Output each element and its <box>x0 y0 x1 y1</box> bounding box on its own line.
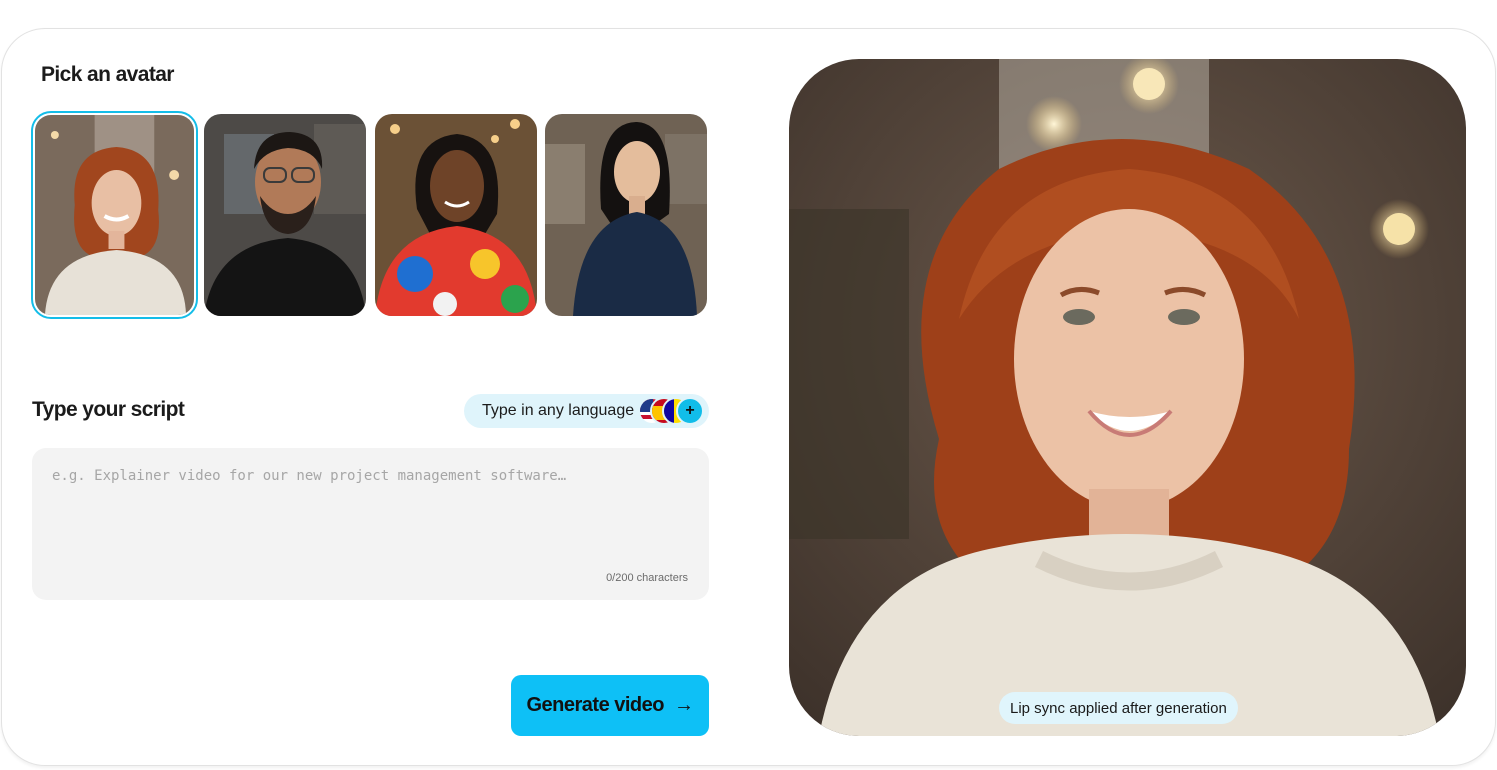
avatar-option-man-glasses[interactable] <box>204 114 366 316</box>
avatar-preview <box>789 59 1466 736</box>
type-script-title: Type your script <box>32 398 185 421</box>
language-pill-label: Type in any language <box>482 402 635 419</box>
generate-video-button[interactable]: Generate video → <box>511 675 709 736</box>
avatar-option-red-curly-hair[interactable] <box>31 111 198 319</box>
avatar-option-woman-navy-shirt[interactable] <box>545 114 707 316</box>
avatar-option-woman-colorful-shirt[interactable] <box>375 114 537 316</box>
pick-avatar-title: Pick an avatar <box>41 63 174 86</box>
arrow-right-icon: → <box>674 694 694 716</box>
language-flags: + <box>638 397 706 425</box>
avatar-picker <box>31 111 711 319</box>
generate-video-label: Generate video <box>526 694 664 716</box>
language-pill[interactable]: Type in any language + <box>464 394 709 428</box>
lip-sync-badge: Lip sync applied after generation <box>999 692 1238 724</box>
plus-icon[interactable]: + <box>676 397 704 425</box>
character-counter: 0/200 characters <box>606 572 688 584</box>
